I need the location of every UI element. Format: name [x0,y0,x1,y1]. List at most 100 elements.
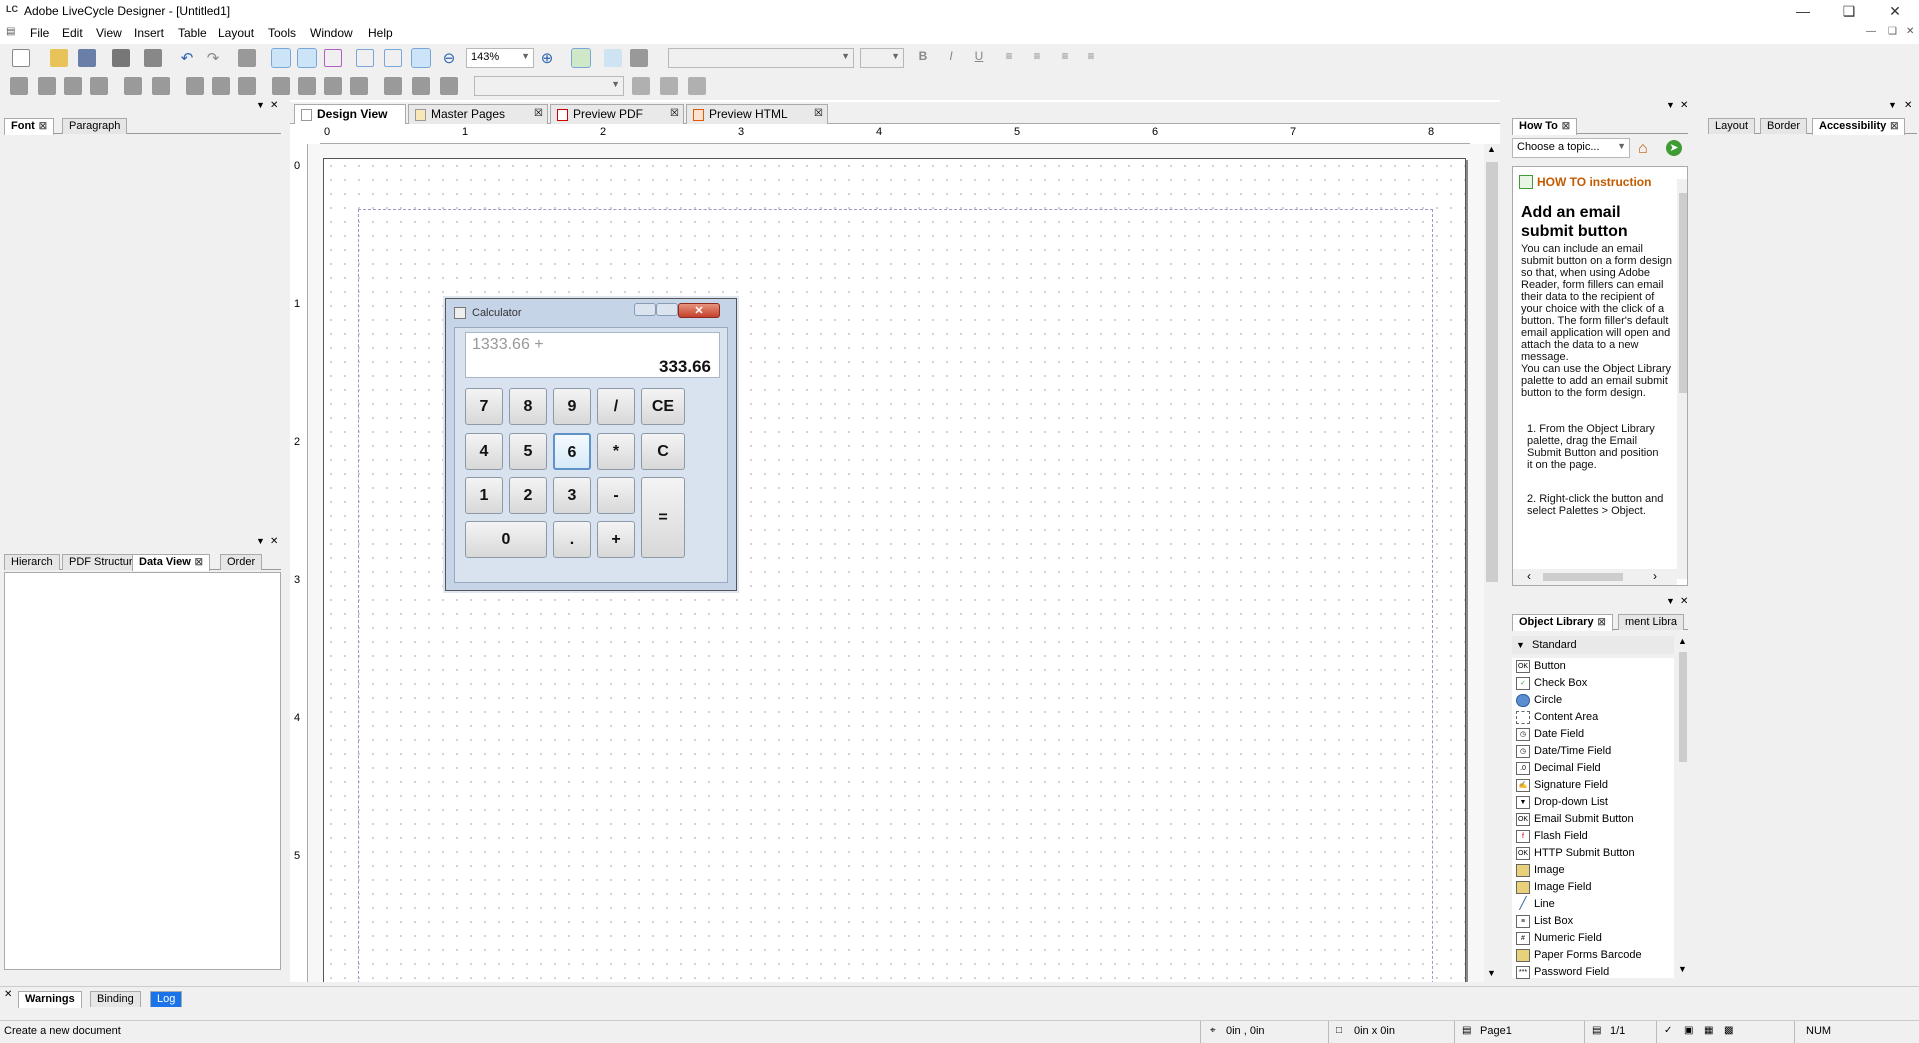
open-icon[interactable] [50,49,68,67]
menu-layout[interactable]: Layout [218,26,254,40]
tab-master-pages[interactable]: Master Pages ☒ [408,104,548,124]
tab-preview-html[interactable]: Preview HTML ☒ [686,104,828,124]
home-icon[interactable]: ⌂ [1638,140,1648,158]
tab-preview-pdf[interactable]: Preview PDF ☒ [550,104,684,124]
tab-binding[interactable]: Binding [90,991,141,1007]
merge-icon[interactable] [440,77,458,95]
calculator-image[interactable]: Calculator ✕ 1333.66 + 333.66 7 8 9 / CE… [445,298,737,591]
group-icon[interactable] [384,77,402,95]
scroll-up-icon[interactable]: ▲ [1678,636,1687,646]
snap-grid-icon[interactable] [297,48,317,68]
scroll-down-icon[interactable]: ▼ [1678,964,1687,974]
align-left-edges-icon[interactable] [10,77,28,95]
list-item[interactable]: Image [1516,862,1565,879]
tab-close-icon[interactable]: ☒ [670,108,679,119]
tab-pdf-structure[interactable]: PDF Structur [62,554,140,570]
menu-insert[interactable]: Insert [134,26,164,40]
find-icon[interactable] [238,49,256,67]
list-item[interactable]: Paper Forms Barcode [1516,947,1642,964]
zoom-out-icon[interactable]: ⊖ [440,49,458,67]
scroll-thumb[interactable] [1543,573,1623,581]
list-item[interactable]: ▼ Drop-down List [1516,794,1608,811]
group-standard[interactable]: ▼ Standard [1512,636,1674,654]
tab-data-view[interactable]: Data View ☒ [132,554,210,571]
list-item[interactable]: OK Email Submit Button [1516,811,1634,828]
list-item[interactable]: Image Field [1516,879,1591,896]
spell-icon[interactable]: ✓ [1664,1025,1672,1036]
tab-paragraph[interactable]: Paragraph [62,118,128,134]
fit-width-icon[interactable] [411,48,431,68]
vertical-scrollbar[interactable]: ▲ ▼ [1484,144,1500,982]
distribute-across-icon[interactable] [186,77,204,95]
form-properties-icon[interactable] [630,49,648,67]
list-item[interactable]: Circle [1516,692,1562,709]
check-script-icon[interactable] [571,48,591,68]
palette-menu-icon[interactable]: ▼ [256,100,265,110]
align-right-edges-icon[interactable] [38,77,56,95]
tab-border[interactable]: Border [1760,118,1808,134]
tab-how-to[interactable]: How To ☒ [1512,118,1577,135]
bold-icon[interactable]: B [914,49,932,67]
menu-window[interactable]: Window [310,26,353,40]
align-vcenter-icon[interactable] [124,77,142,95]
tab-warnings[interactable]: Warnings [18,991,82,1008]
object-boundaries-icon[interactable] [324,49,342,67]
mdi-restore-button[interactable]: ❑ [1888,26,1897,37]
tab-close-icon[interactable]: ☒ [814,108,823,119]
palette-close-icon[interactable]: ✕ [1904,100,1912,111]
tab-close-icon[interactable]: ☒ [39,121,47,131]
maximize-button[interactable]: ❑ [1826,0,1872,22]
insert-page-icon[interactable] [632,77,650,95]
topic-select[interactable]: Choose a topic... ▼ [1512,138,1630,158]
tab-log[interactable]: Log [150,991,183,1007]
tab-design-view[interactable]: Design View [294,104,406,124]
list-item[interactable]: OK HTTP Submit Button [1516,845,1635,862]
tab-close-icon[interactable]: ☒ [1890,121,1898,131]
howto-scrollbar[interactable] [1677,179,1687,579]
align-bottom-icon[interactable] [90,77,108,95]
tab-fragment-library[interactable]: ment Libra [1618,614,1684,630]
align-left-icon[interactable]: ≡ [1000,49,1018,67]
fit-page-icon[interactable] [356,49,374,67]
italic-icon[interactable]: I [942,49,960,67]
tab-hierarchy[interactable]: Hierarch [4,554,60,570]
undo-icon[interactable]: ↶ [178,49,196,67]
view-icon[interactable]: ▣ [1684,1025,1693,1036]
cut-icon[interactable] [144,49,162,67]
forward-icon[interactable]: ➤ [1666,140,1682,156]
howto-hscrollbar[interactable]: ‹ › [1513,569,1677,585]
menu-edit[interactable]: Edit [62,26,83,40]
print-icon[interactable] [112,49,130,67]
font-size-select[interactable]: ▼ [860,48,904,68]
tab-object-library[interactable]: Object Library ☒ [1512,614,1613,631]
send-back-icon[interactable] [350,77,368,95]
list-item[interactable]: ✍ Signature Field [1516,777,1608,794]
palette-close-icon[interactable]: ✕ [1680,100,1688,111]
list-item[interactable]: f Flash Field [1516,828,1588,845]
tab-layout[interactable]: Layout [1708,118,1756,134]
tab-font[interactable]: Font ☒ [4,118,54,135]
insert-subform-icon[interactable] [660,77,678,95]
menu-view[interactable]: View [96,26,122,40]
scroll-thumb[interactable] [1486,162,1498,582]
style-select[interactable]: ▼ [474,76,624,96]
tab-close-icon[interactable]: ☒ [534,108,543,119]
list-item[interactable]: # Numeric Field [1516,930,1602,947]
fit-height-icon[interactable] [384,49,402,67]
scroll-thumb[interactable] [1679,652,1687,762]
data-view-tree[interactable] [4,572,281,970]
tab-close-icon[interactable]: ☒ [1598,617,1606,627]
palette-close-icon[interactable]: ✕ [4,989,12,1000]
fragment-icon[interactable] [688,77,706,95]
objlib-scrollbar[interactable]: ▲ ▼ [1676,636,1690,978]
doc-icon[interactable]: ▤ [6,26,15,37]
align-center-icon[interactable]: ≡ [1028,49,1046,67]
mdi-minimize-button[interactable]: — [1866,26,1876,37]
redo-icon[interactable]: ↷ [204,49,222,67]
palette-menu-icon[interactable]: ▼ [1888,100,1897,110]
scroll-down-icon[interactable]: ▼ [1487,968,1496,978]
layout-view-icon[interactable]: ▩ [1724,1025,1733,1036]
tab-close-icon[interactable]: ☒ [1562,121,1570,131]
menu-tools[interactable]: Tools [268,26,296,40]
align-right-icon[interactable]: ≡ [1056,49,1074,67]
